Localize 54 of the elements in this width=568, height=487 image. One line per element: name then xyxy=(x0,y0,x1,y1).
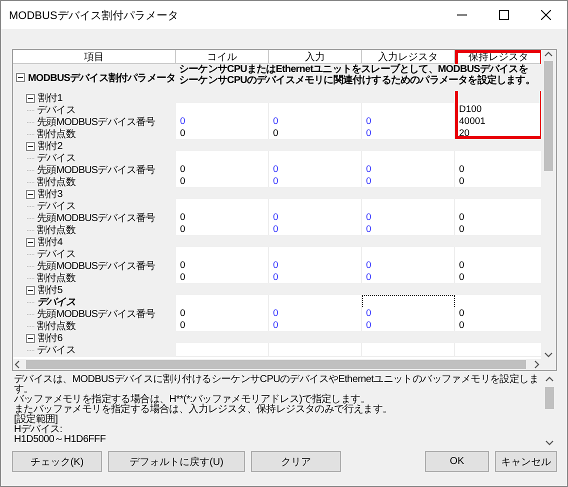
group-label[interactable]: 割付3 xyxy=(38,187,62,201)
maximize-icon xyxy=(499,10,509,20)
group-label[interactable]: 割付5 xyxy=(38,283,62,297)
dialog-button[interactable]: チェック(K) xyxy=(12,451,102,472)
column-header[interactable]: 入力 xyxy=(269,50,362,64)
collapse-icon[interactable] xyxy=(26,190,35,198)
tree-line-icon xyxy=(27,216,35,220)
group-label[interactable]: 割付2 xyxy=(38,139,62,153)
tree-line-icon xyxy=(27,120,35,124)
tree-line-icon xyxy=(27,348,35,352)
collapse-icon[interactable] xyxy=(16,73,25,82)
tree-line-icon xyxy=(27,168,35,172)
horizontal-scrollbar[interactable] xyxy=(13,359,556,370)
tree-line-icon xyxy=(27,132,35,136)
tree-line-icon xyxy=(27,180,35,184)
dialog-button[interactable]: OK xyxy=(425,451,489,472)
tree-line-icon xyxy=(27,228,35,232)
tree-line-icon xyxy=(27,252,35,256)
tree-line-icon xyxy=(27,312,35,316)
tree-line-icon xyxy=(27,108,35,112)
tree-line-icon xyxy=(27,300,35,304)
scroll-thumb[interactable] xyxy=(545,387,554,409)
collapse-icon[interactable] xyxy=(26,142,35,150)
column-header[interactable]: コイル xyxy=(176,50,269,64)
tree-line-icon xyxy=(27,264,35,268)
group-label[interactable]: 割付1 xyxy=(38,91,62,105)
scroll-thumb[interactable] xyxy=(544,61,554,171)
scroll-down-icon[interactable] xyxy=(545,438,554,447)
collapse-icon[interactable] xyxy=(26,334,35,342)
collapse-icon[interactable] xyxy=(26,238,35,246)
window-title: MODBUSデバイス割付パラメータ xyxy=(9,8,180,22)
vertical-scrollbar[interactable] xyxy=(541,50,556,359)
column-header[interactable]: 入力レジスタ xyxy=(362,50,455,64)
scroll-right-icon[interactable] xyxy=(532,360,541,369)
scroll-up-icon[interactable] xyxy=(544,50,554,59)
scroll-up-icon[interactable] xyxy=(545,375,554,384)
column-header[interactable]: 項目 xyxy=(13,50,176,64)
description-text: シーケンサCPUまたはEthernetユニットをスレーブとして、MODBUSデバイスをシーケンサCPUのデバイスメモリに関連付けするためのパラメータを設定します。 xyxy=(176,64,542,91)
help-text: デバイスは、MODBUSデバイスに割り付けるシーケンサCPUのデバイスやEthernetユニットのバッファメモリを設定します。 バッファメモリを指定する場合は、H**(*:バッファメモリアドレス)で指定します。 またバッファメモリを指定する場合は、入力レジスタ、保持レジスタのみで行えます。 [設定範囲] Hデバイス: H1D5000～H1D6FFF xyxy=(13,375,540,447)
tree-line-icon xyxy=(27,156,35,160)
group-label[interactable]: 割付4 xyxy=(38,235,62,249)
collapse-icon[interactable] xyxy=(26,94,35,102)
tree-line-icon xyxy=(27,324,35,328)
close-icon xyxy=(541,10,551,20)
scroll-left-icon[interactable] xyxy=(13,360,22,369)
dialog-button[interactable]: クリア xyxy=(251,451,341,472)
tree-line-icon xyxy=(27,204,35,208)
collapse-icon[interactable] xyxy=(26,286,35,294)
scroll-down-icon[interactable] xyxy=(544,350,554,359)
scroll-thumb[interactable] xyxy=(26,360,526,369)
tree-line-icon xyxy=(27,276,35,280)
dialog-button[interactable]: キャンセル xyxy=(495,451,557,472)
group-label[interactable]: 割付6 xyxy=(38,331,62,345)
dialog-button[interactable]: デフォルトに戻す(U) xyxy=(108,451,245,472)
